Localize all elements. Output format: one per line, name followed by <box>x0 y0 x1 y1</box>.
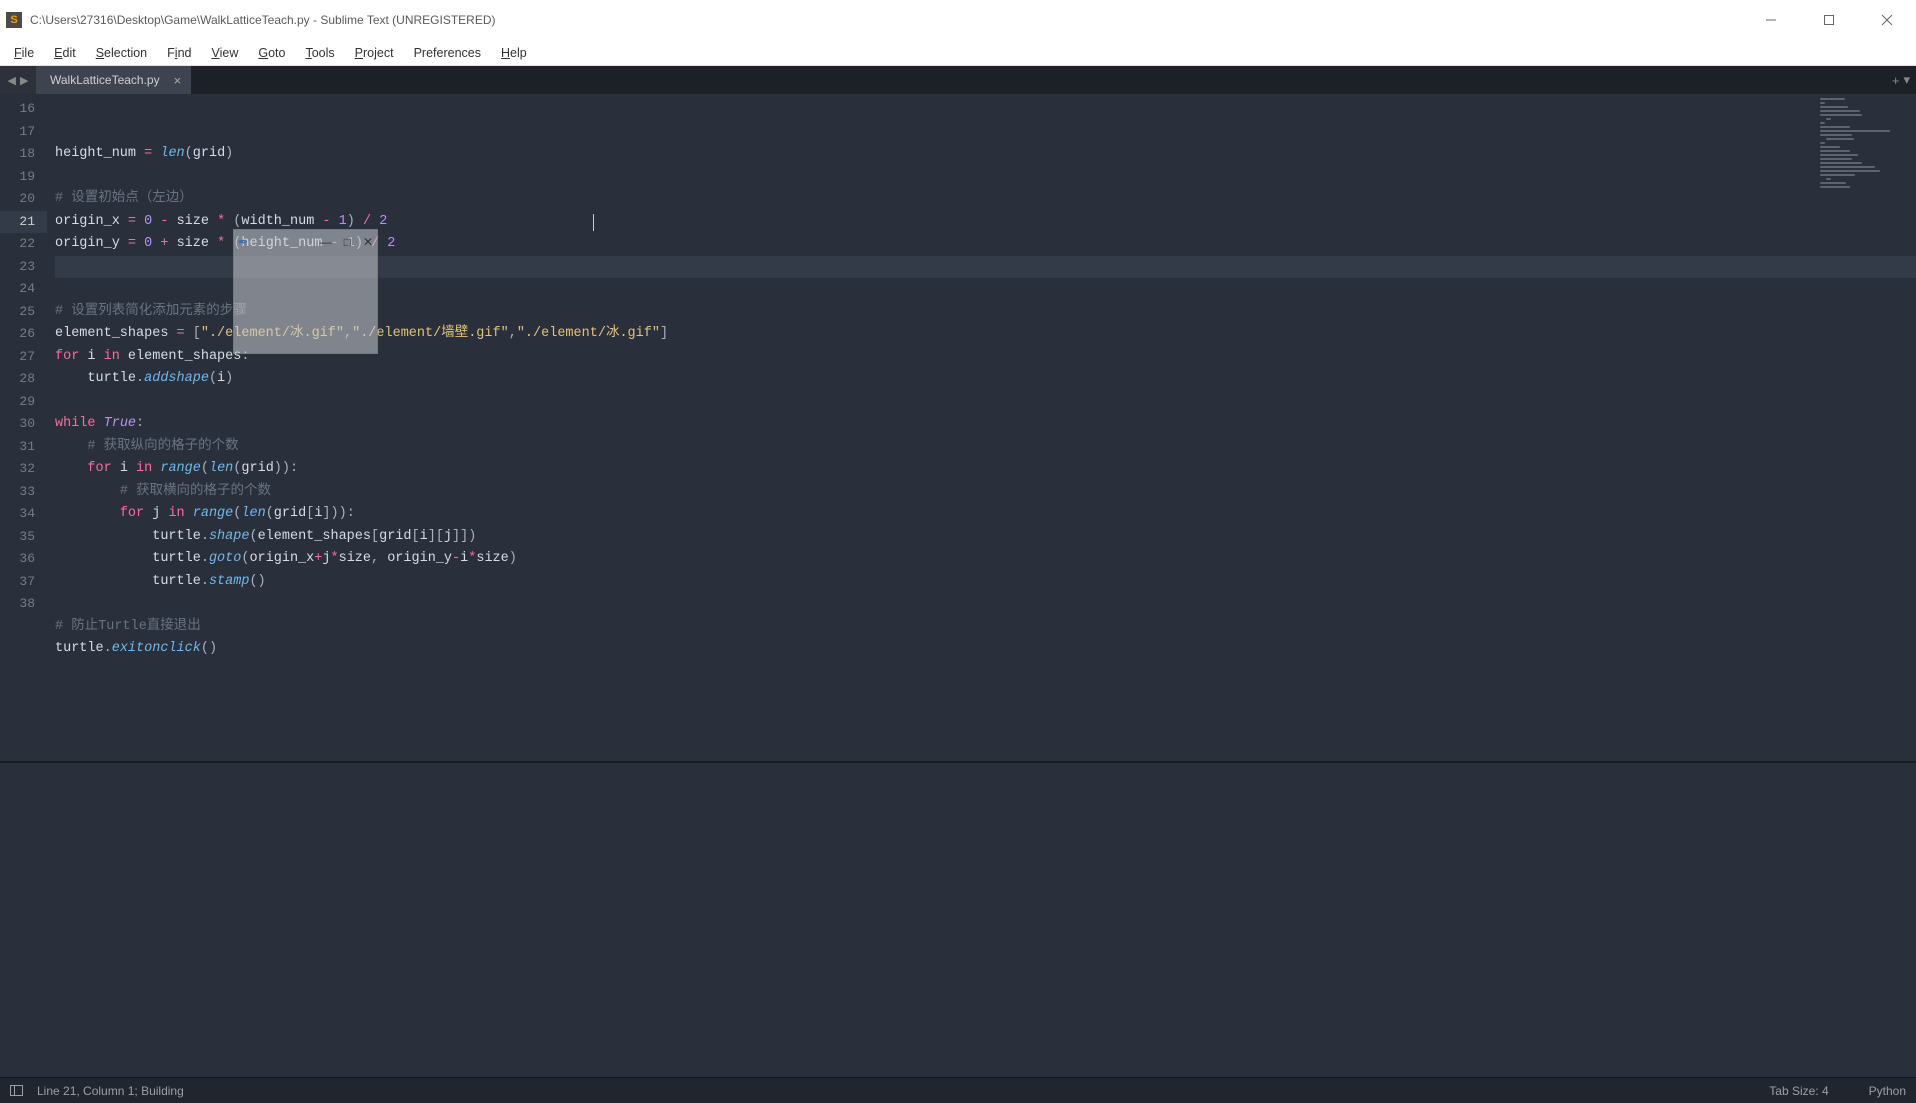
code-line[interactable]: turtle.shape(element_shapes[grid[i][j]]) <box>55 526 1916 549</box>
tab-label: WalkLatticeTeach.py <box>50 73 160 87</box>
code-editor[interactable]: height_num = len(grid)# 设置初始点（左边）origin_… <box>47 94 1916 761</box>
line-number[interactable]: 30 <box>0 413 47 436</box>
code-line[interactable]: for j in range(len(grid[i])): <box>55 503 1916 526</box>
popup-maximize-icon[interactable]: □ <box>344 235 351 249</box>
menu-view[interactable]: View <box>201 43 248 63</box>
menu-project[interactable]: Project <box>345 43 404 63</box>
menu-bar: File Edit Selection Find View Goto Tools… <box>0 40 1916 66</box>
close-button[interactable] <box>1858 0 1916 40</box>
code-line[interactable]: # 防止Turtle直接退出 <box>55 616 1916 639</box>
popup-close-icon[interactable]: ✕ <box>363 235 373 249</box>
maximize-button[interactable] <box>1800 0 1858 40</box>
code-line[interactable]: # 设置初始点（左边） <box>55 188 1916 211</box>
code-line[interactable]: height_num = len(grid) <box>55 143 1916 166</box>
menu-tools[interactable]: Tools <box>295 43 344 63</box>
nav-forward-icon[interactable]: ▶ <box>18 74 30 87</box>
menu-edit[interactable]: Edit <box>44 43 86 63</box>
window-title: C:\Users\27316\Desktop\Game\WalkLatticeT… <box>30 13 496 27</box>
window-controls <box>1742 0 1916 40</box>
line-number[interactable]: 34 <box>0 503 47 526</box>
line-number[interactable]: 17 <box>0 121 47 144</box>
line-number[interactable]: 38 <box>0 593 47 616</box>
line-number[interactable]: 21 <box>0 211 47 234</box>
menu-preferences[interactable]: Preferences <box>404 43 491 63</box>
line-number[interactable]: 22 <box>0 233 47 256</box>
feather-icon: ✒ <box>238 235 252 249</box>
code-line[interactable]: # 获取横向的格子的个数 <box>55 481 1916 504</box>
status-tab-size[interactable]: Tab Size: 4 <box>1769 1084 1828 1098</box>
editor-area: 1617181920212223242526272829303132333435… <box>0 94 1916 761</box>
popup-minimize-icon[interactable]: — <box>320 235 332 249</box>
tab-close-icon[interactable]: × <box>174 73 182 88</box>
build-output-panel[interactable] <box>0 761 1916 1077</box>
nav-back-icon[interactable]: ◀ <box>6 74 18 87</box>
code-line[interactable]: turtle.goto(origin_x+j*size, origin_y-i*… <box>55 548 1916 571</box>
panel-switch-icon[interactable] <box>10 1085 23 1096</box>
code-line[interactable]: turtle.exitonclick() <box>55 638 1916 661</box>
menu-help[interactable]: Help <box>491 43 537 63</box>
line-number[interactable]: 36 <box>0 548 47 571</box>
line-number[interactable]: 19 <box>0 166 47 189</box>
code-line[interactable] <box>55 166 1916 189</box>
tab-file[interactable]: WalkLatticeTeach.py × <box>36 66 192 94</box>
menu-file[interactable]: File <box>4 43 44 63</box>
code-line[interactable]: for i in range(len(grid)): <box>55 458 1916 481</box>
line-number[interactable]: 35 <box>0 526 47 549</box>
turtle-popup-window[interactable]: ✒ — □ ✕ <box>233 229 378 354</box>
new-tab-icon[interactable]: + <box>1892 73 1900 88</box>
code-line[interactable]: # 获取纵向的格子的个数 <box>55 436 1916 459</box>
code-line[interactable] <box>55 593 1916 616</box>
tab-history-nav[interactable]: ◀ ▶ <box>0 66 36 94</box>
text-caret <box>593 214 594 231</box>
minimize-button[interactable] <box>1742 0 1800 40</box>
status-syntax[interactable]: Python <box>1869 1084 1906 1098</box>
minimap[interactable] <box>1820 98 1910 218</box>
code-line[interactable]: turtle.addshape(i) <box>55 368 1916 391</box>
window-titlebar: S C:\Users\27316\Desktop\Game\WalkLattic… <box>0 0 1916 40</box>
line-number[interactable]: 27 <box>0 346 47 369</box>
menu-find[interactable]: Find <box>157 43 201 63</box>
status-bar: Line 21, Column 1; Building Tab Size: 4 … <box>0 1077 1916 1103</box>
code-line[interactable]: turtle.stamp() <box>55 571 1916 594</box>
line-number[interactable]: 23 <box>0 256 47 279</box>
line-number[interactable]: 20 <box>0 188 47 211</box>
line-number[interactable]: 31 <box>0 436 47 459</box>
line-number[interactable]: 32 <box>0 458 47 481</box>
code-line[interactable] <box>55 391 1916 414</box>
line-number[interactable]: 37 <box>0 571 47 594</box>
line-number[interactable]: 16 <box>0 98 47 121</box>
line-number[interactable]: 24 <box>0 278 47 301</box>
popup-titlebar: ✒ — □ ✕ <box>234 230 377 254</box>
menu-goto[interactable]: Goto <box>248 43 295 63</box>
line-number[interactable]: 25 <box>0 301 47 324</box>
tab-bar: ◀ ▶ WalkLatticeTeach.py × + ▾ <box>0 66 1916 94</box>
line-number[interactable]: 18 <box>0 143 47 166</box>
line-number[interactable]: 29 <box>0 391 47 414</box>
line-number[interactable]: 26 <box>0 323 47 346</box>
line-number[interactable]: 33 <box>0 481 47 504</box>
code-line[interactable]: while True: <box>55 413 1916 436</box>
tab-dropdown-icon[interactable]: ▾ <box>1903 72 1910 88</box>
line-number-gutter[interactable]: 1617181920212223242526272829303132333435… <box>0 94 47 761</box>
menu-selection[interactable]: Selection <box>86 43 157 63</box>
app-icon: S <box>6 12 22 28</box>
line-number[interactable]: 28 <box>0 368 47 391</box>
status-cursor-position[interactable]: Line 21, Column 1; Building <box>37 1084 184 1098</box>
